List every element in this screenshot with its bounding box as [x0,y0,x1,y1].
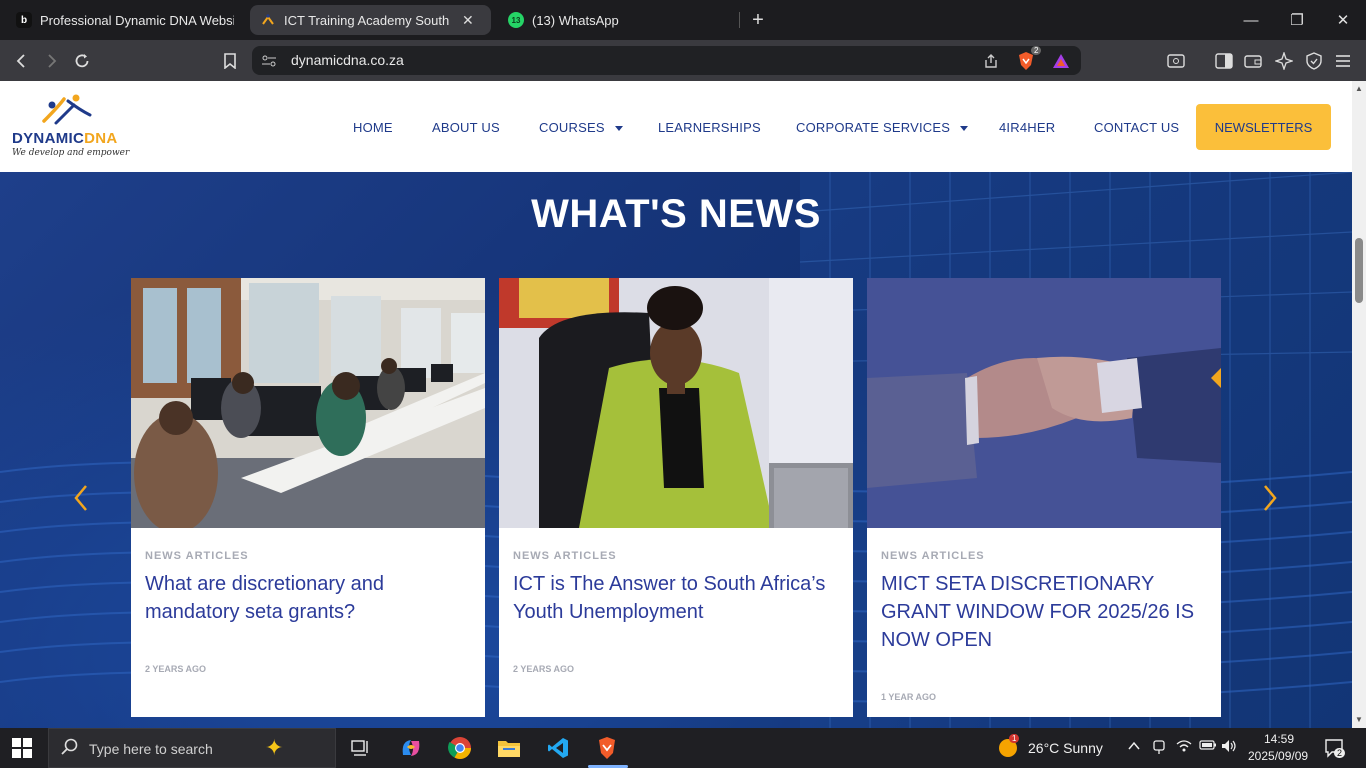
maximize-button[interactable]: ❐ [1274,0,1320,40]
nav-about-us[interactable]: ABOUT US [432,120,500,135]
browser-tab-bar: b Professional Dynamic DNA Website ICT T… [0,0,1366,40]
forward-icon[interactable] [38,48,64,74]
share-icon[interactable] [980,50,1002,72]
battery-icon[interactable] [1199,739,1217,754]
logo-word-dynamic: DYNAMIC [12,130,85,147]
caret-down-icon [960,126,969,132]
card-title[interactable]: ICT is The Answer to South Africa’s Yout… [513,570,843,626]
reload-icon[interactable] [69,48,95,74]
file-explorer-icon[interactable] [495,734,523,762]
carousel-prev-button[interactable] [70,484,92,514]
newsletters-button[interactable]: NEWSLETTERS [1196,104,1331,150]
nav-home[interactable]: HOME [353,120,393,135]
back-icon[interactable] [9,48,35,74]
copilot-icon[interactable] [397,734,425,762]
woman-office-image[interactable] [499,278,853,528]
news-card[interactable]: NEWS ARTICLES ICT is The Answer to South… [499,278,853,717]
brave-rewards-icon[interactable] [1050,50,1072,72]
tab-whatsapp[interactable]: 13 (13) WhatsApp [498,5,728,35]
nav-learnerships[interactable]: LEARNERSHIPS [658,120,761,135]
windows-taskbar: Type here to search ✦ 1 26°C Sunny 14:59… [0,728,1366,768]
card-title[interactable]: MICT SETA DISCRETIONARY GRANT WINDOW FOR… [881,570,1211,654]
url-text: dynamicdna.co.za [291,52,404,68]
task-view-icon[interactable] [347,734,375,762]
logo-word-dna: DNA [84,130,118,147]
card-date: 1 YEAR AGO [881,692,937,702]
tab-favicon-icon: b [16,12,32,28]
whatsapp-icon: 13 [508,12,524,28]
caret-down-icon [614,126,623,132]
news-section: WHAT'S NEWS NEWS ARTICLES What are discr… [0,172,1352,728]
card-title[interactable]: What are discretionary and mandatory set… [145,570,475,626]
tab-professional-dynamic-dna[interactable]: b Professional Dynamic DNA Website [6,5,244,35]
browser-toolbar: dynamicdna.co.za 2 [0,40,1366,81]
address-bar[interactable]: dynamicdna.co.za 2 [252,46,1081,75]
nav-courses-label: COURSES [539,120,605,135]
chrome-icon[interactable] [446,734,474,762]
shields-count-badge: 2 [1031,46,1042,55]
card-category: NEWS ARTICLES [513,550,617,562]
wifi-icon[interactable] [1176,739,1192,756]
tab-ict-training-academy[interactable]: ICT Training Academy South Afri ✕ [250,5,491,35]
close-window-button[interactable]: ✕ [1320,0,1366,40]
site-header: DYNAMICDNA We develop and empower HOME A… [0,81,1352,172]
clock-time[interactable]: 14:59 [1264,732,1294,746]
card-date: 2 YEARS AGO [145,664,207,674]
page-viewport: DYNAMICDNA We develop and empower HOME A… [0,81,1352,728]
clock-date[interactable]: 2025/09/09 [1248,749,1308,763]
chevron-up-icon[interactable] [1128,739,1140,754]
nav-contact-us[interactable]: CONTACT US [1094,120,1179,135]
menu-icon[interactable] [1330,48,1356,74]
logo-figures-icon [42,94,92,125]
nav-corporate-services[interactable]: CORPORATE SERVICES [796,120,969,135]
dynamic-dna-logo[interactable]: DYNAMICDNA We develop and empower [12,93,130,163]
nav-courses[interactable]: COURSES [539,120,623,135]
reader-mode-icon[interactable] [1163,48,1189,74]
search-placeholder: Type here to search [89,741,213,757]
tab-separator [739,12,740,28]
card-category: NEWS ARTICLES [145,550,249,562]
meet-now-icon[interactable] [1152,739,1166,758]
windows-start-icon[interactable] [12,738,32,758]
taskbar-search-box[interactable]: Type here to search ✦ [48,728,336,768]
nav-4ir4her[interactable]: 4IR4HER [999,120,1055,135]
new-tab-button[interactable]: + [748,8,768,32]
computer-lab-image[interactable] [131,278,485,528]
tab-title: ICT Training Academy South Afri [284,12,452,28]
card-category: NEWS ARTICLES [881,550,985,562]
search-icon [61,738,79,761]
minimize-button[interactable]: — [1228,0,1274,40]
close-tab-icon[interactable]: ✕ [462,12,474,29]
nav-corporate-services-label: CORPORATE SERVICES [796,120,951,135]
scroll-up-icon[interactable]: ▲ [1355,84,1363,93]
logo-tagline: We develop and empower [12,148,130,158]
dna-favicon-icon [260,12,276,28]
logo-wordmark: DYNAMICDNA [12,130,118,147]
section-title: WHAT'S NEWS [531,192,821,236]
vscode-icon[interactable] [544,734,572,762]
weather-text[interactable]: 26°C Sunny [1028,740,1103,756]
brave-browser-icon[interactable] [593,734,621,762]
scrollbar-thumb[interactable] [1355,238,1363,303]
sidebar-icon[interactable] [1211,48,1237,74]
site-settings-icon[interactable] [258,50,280,72]
leo-ai-icon[interactable] [1271,48,1297,74]
card-date: 2 YEARS AGO [513,664,575,674]
page-scrollbar[interactable]: ▲ ▼ [1352,81,1366,728]
bookmark-icon[interactable] [217,48,243,74]
scroll-down-icon[interactable]: ▼ [1355,715,1363,724]
vpn-icon[interactable] [1301,48,1327,74]
handshake-image[interactable] [867,278,1221,528]
tab-title: (13) WhatsApp [532,12,619,28]
tab-title: Professional Dynamic DNA Website [40,12,234,28]
notification-count-badge: 2 [1334,748,1346,758]
wallet-icon[interactable] [1240,48,1266,74]
news-card[interactable]: NEWS ARTICLES MICT SETA DISCRETIONARY GR… [867,278,1221,717]
copilot-sparkle-icon: ✦ [265,735,284,760]
news-card[interactable]: NEWS ARTICLES What are discretionary and… [131,278,485,717]
volume-icon[interactable] [1221,739,1237,756]
carousel-next-button[interactable] [1259,484,1281,514]
